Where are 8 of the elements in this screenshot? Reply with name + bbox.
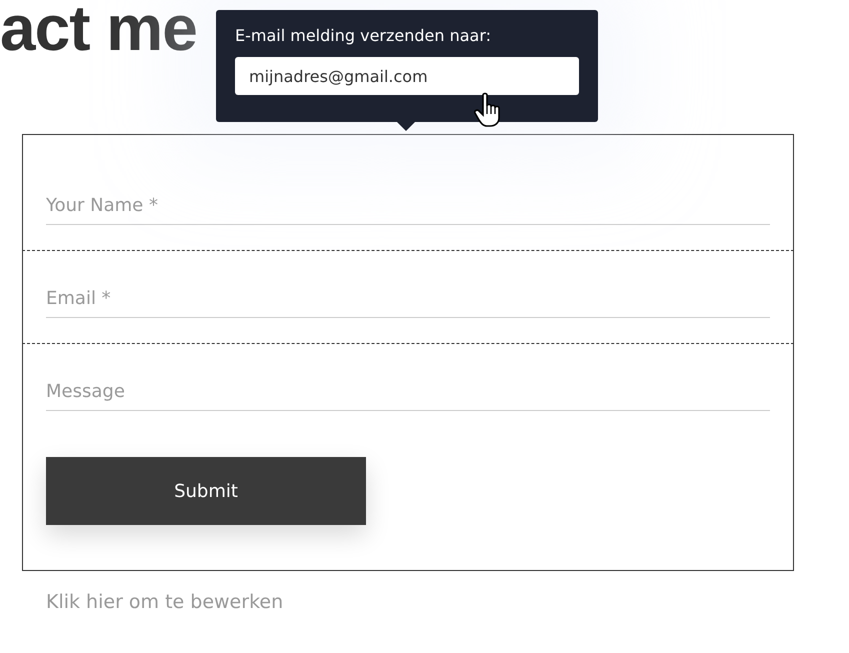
edit-hint-text: Klik hier om te bewerken: [46, 591, 284, 613]
form-input-field[interactable]: Message: [46, 381, 770, 411]
email-input-field[interactable]: mijnadres@gmail.com: [235, 57, 579, 95]
tooltip-label: E-mail melding verzenden naar:: [235, 26, 492, 45]
form-input-field[interactable]: Email *: [46, 288, 770, 318]
form-input-field[interactable]: Your Name *: [46, 195, 770, 225]
page-heading: act me: [0, 0, 197, 60]
submit-button[interactable]: Submit: [46, 457, 366, 525]
